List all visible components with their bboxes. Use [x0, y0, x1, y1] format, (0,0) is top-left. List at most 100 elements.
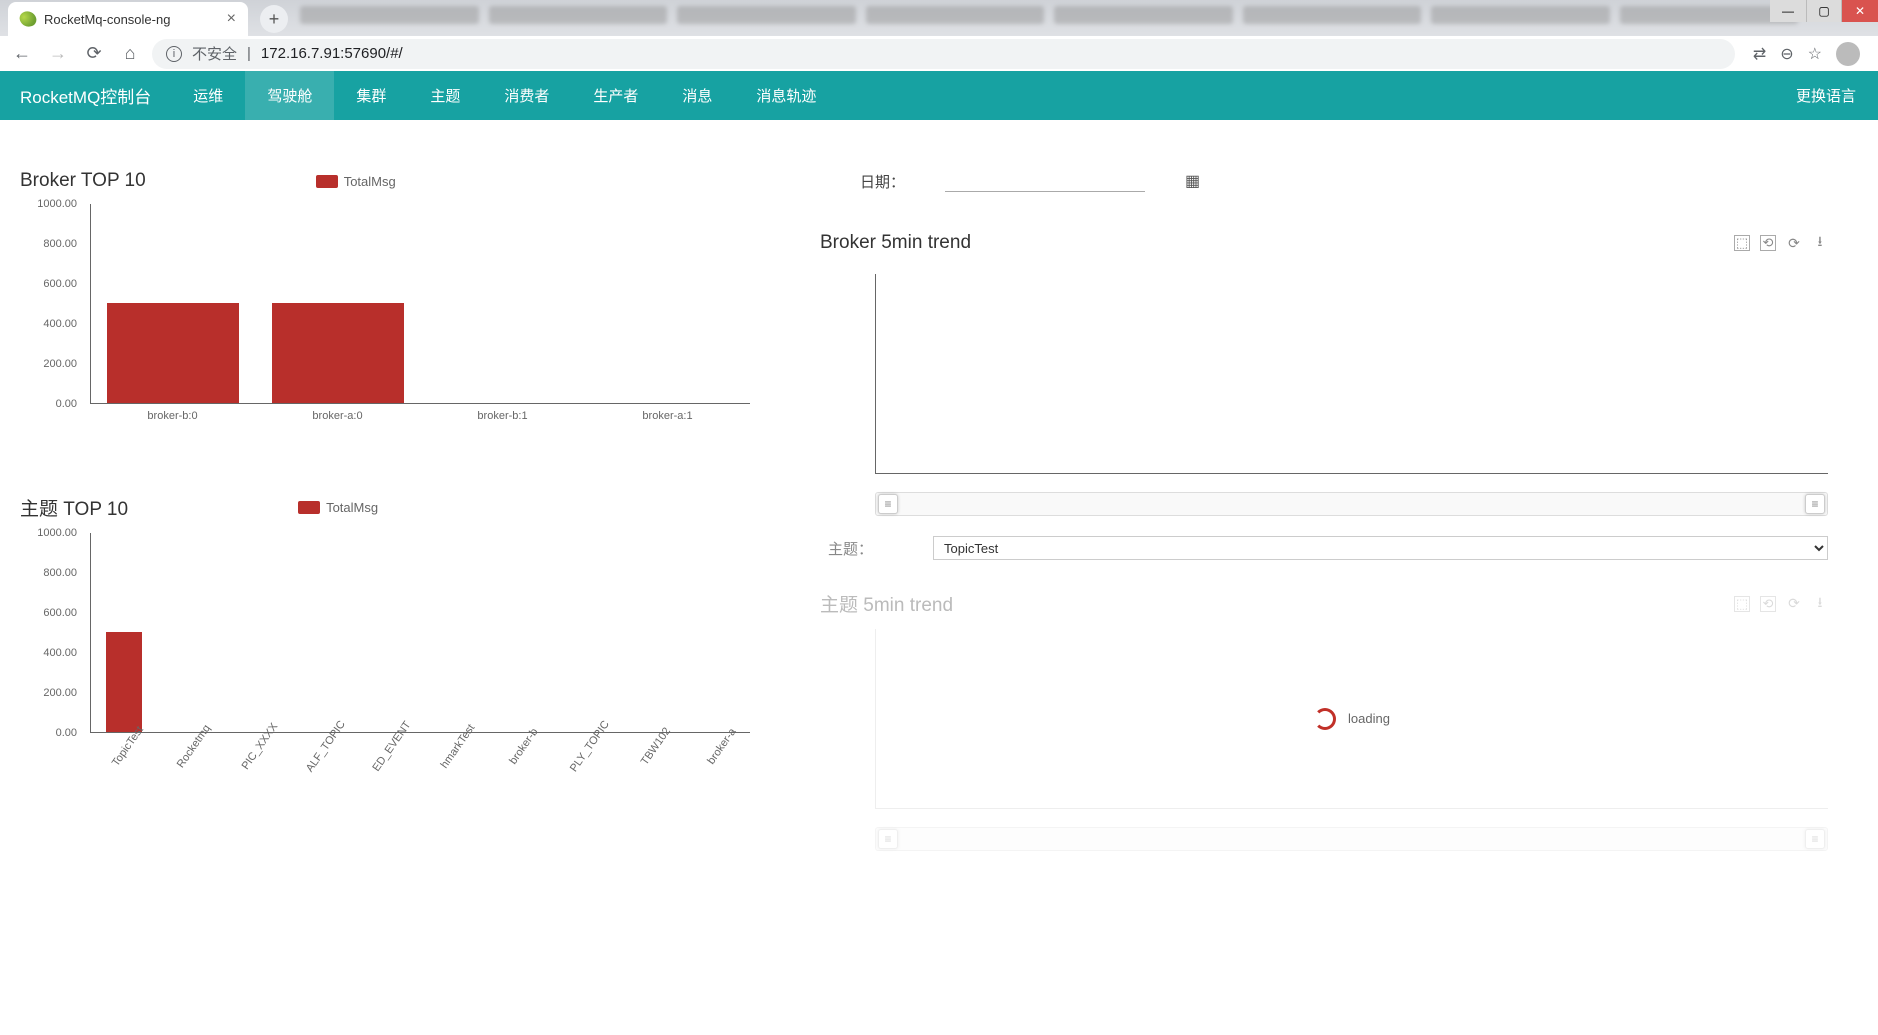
chart-toolbox: ⬚ ⟲ ⟳ ⭳: [1734, 596, 1828, 612]
nav-back-button[interactable]: ←: [8, 40, 36, 68]
chart-canvas-topic-top10: 0.00200.00400.00600.00800.001000.00 Topi…: [20, 533, 760, 763]
chart-bar: [106, 632, 142, 732]
nav-item[interactable]: 消息轨迹: [734, 71, 838, 120]
app-navbar: RocketMQ控制台 运维驾驶舱集群主题消费者生产者消息消息轨迹 更换语言: [0, 71, 1878, 120]
x-tick-label: broker-a:0: [312, 410, 362, 422]
topic-label: 主题：: [820, 538, 873, 559]
date-filter-row: 日期： ▦: [820, 170, 1828, 192]
time-range-slider[interactable]: ≡ ≡: [875, 492, 1828, 516]
x-tick-label: broker-a:1: [642, 410, 692, 422]
chart-title: Broker 5min trend: [820, 232, 971, 254]
y-tick-label: 1000.00: [37, 527, 77, 539]
new-tab-button[interactable]: +: [260, 5, 288, 33]
y-tick-label: 400.00: [43, 318, 77, 330]
chart-title: 主题 TOP 10: [20, 494, 128, 521]
chart-legend: TotalMsg: [298, 500, 378, 515]
download-icon[interactable]: ⭳: [1812, 235, 1828, 251]
date-input[interactable]: [945, 170, 1145, 192]
profile-avatar-icon[interactable]: [1836, 42, 1860, 66]
legend-swatch-icon: [298, 501, 320, 514]
translate-icon[interactable]: ⇄: [1753, 44, 1766, 64]
browser-toolbar: ← → ⟳ ⌂ i 不安全 | 172.16.7.91:57690/#/ ⇄ ⊖…: [0, 36, 1878, 71]
time-range-slider[interactable]: ≡ ≡: [875, 827, 1828, 851]
loading-spinner-icon: [1314, 708, 1336, 730]
browser-chrome: RocketMq-console-ng × + — ▢ ✕ ← → ⟳ ⌂ i …: [0, 0, 1878, 71]
tab-title: RocketMq-console-ng: [44, 12, 170, 27]
nav-forward-button[interactable]: →: [44, 40, 72, 68]
tab-strip: RocketMq-console-ng × + — ▢ ✕: [0, 0, 1878, 36]
zoom-reset-icon[interactable]: ⟲: [1760, 596, 1776, 612]
x-tick-label: broker-b:0: [147, 410, 197, 422]
topic-filter-row: 主题： TopicTest: [820, 536, 1828, 560]
nav-item[interactable]: 驾驶舱: [245, 71, 334, 120]
calendar-icon[interactable]: ▦: [1185, 171, 1200, 191]
y-tick-label: 800.00: [43, 567, 77, 579]
y-tick-label: 0.00: [56, 727, 77, 739]
slider-handle-right[interactable]: ≡: [1805, 829, 1825, 849]
slider-handle-right[interactable]: ≡: [1805, 494, 1825, 514]
chart-block-broker-top10: Broker TOP 10 TotalMsg 0.00 200.00 400.00 6…: [20, 170, 760, 434]
refresh-icon[interactable]: ⟳: [1786, 235, 1802, 251]
site-info-icon[interactable]: i: [166, 46, 182, 62]
brand-title: RocketMQ控制台: [0, 83, 171, 108]
x-tick-label: broker-b:1: [477, 410, 527, 422]
y-tick-label: 800.00: [43, 238, 77, 250]
chart-title: Broker TOP 10: [20, 170, 146, 192]
window-maximize-button[interactable]: ▢: [1806, 0, 1842, 22]
y-tick-label: 1000.00: [37, 198, 77, 210]
legend-swatch-icon: [316, 175, 338, 188]
zoom-reset-icon[interactable]: ⟲: [1760, 235, 1776, 251]
slider-handle-left[interactable]: ≡: [878, 494, 898, 514]
nav-item[interactable]: 消费者: [482, 71, 571, 120]
chart-title: 主题 5min trend: [820, 590, 953, 617]
window-controls: — ▢ ✕: [1770, 0, 1878, 22]
insecure-label: 不安全: [192, 43, 237, 64]
y-tick-label: 600.00: [43, 278, 77, 290]
trend-block-broker: Broker 5min trend ⬚ ⟲ ⟳ ⭳ ≡ ≡: [820, 232, 1828, 516]
language-switch[interactable]: 更换语言: [1774, 85, 1878, 106]
loading-text: loading: [1348, 711, 1390, 726]
chart-canvas-broker-top10: 0.00200.00400.00600.00800.001000.00 brok…: [20, 204, 760, 434]
nav-item[interactable]: 消息: [660, 71, 734, 120]
y-tick-label: 600.00: [43, 607, 77, 619]
download-icon[interactable]: ⭳: [1812, 596, 1828, 612]
nav-reload-button[interactable]: ⟳: [80, 40, 108, 68]
browser-tab-active[interactable]: RocketMq-console-ng ×: [8, 2, 248, 36]
topic-select-wrapper: TopicTest: [933, 536, 1828, 560]
address-bar[interactable]: i 不安全 | 172.16.7.91:57690/#/: [152, 39, 1735, 69]
nav-item[interactable]: 运维: [171, 71, 245, 120]
background-tabs-blurred: [300, 6, 1798, 28]
bookmark-star-icon[interactable]: ☆: [1808, 44, 1822, 64]
window-close-button[interactable]: ✕: [1842, 0, 1878, 22]
nav-item[interactable]: 主题: [408, 71, 482, 120]
nav-item[interactable]: 集群: [334, 71, 408, 120]
url-text: 172.16.7.91:57690/#/: [261, 45, 403, 62]
tab-close-icon[interactable]: ×: [227, 10, 236, 28]
y-tick-label: 0.00: [56, 398, 77, 410]
trend-block-topic: 主题 5min trend ⬚ ⟲ ⟳ ⭳ loading ≡ ≡: [820, 590, 1828, 851]
nav-item[interactable]: 生产者: [571, 71, 660, 120]
dashboard-right-column: 日期： ▦ Broker 5min trend ⬚ ⟲ ⟳ ⭳ ≡ ≡: [820, 170, 1858, 871]
chart-bar: [107, 303, 239, 403]
zoom-rect-icon[interactable]: ⬚: [1734, 596, 1750, 612]
y-tick-label: 200.00: [43, 358, 77, 370]
topic-select[interactable]: TopicTest: [933, 536, 1828, 560]
zoom-rect-icon[interactable]: ⬚: [1734, 235, 1750, 251]
nav-home-button[interactable]: ⌂: [116, 40, 144, 68]
dashboard: Broker TOP 10 TotalMsg 0.00 200.00 400.00 6…: [0, 120, 1878, 871]
date-label: 日期：: [860, 171, 905, 192]
y-tick-label: 400.00: [43, 647, 77, 659]
y-tick-label: 200.00: [43, 687, 77, 699]
dashboard-left-column: Broker TOP 10 TotalMsg 0.00 200.00 400.00 6…: [20, 170, 760, 871]
chart-canvas-broker-trend: [875, 274, 1828, 474]
slider-handle-left[interactable]: ≡: [878, 829, 898, 849]
chart-toolbox: ⬚ ⟲ ⟳ ⭳: [1734, 235, 1828, 251]
chart-block-topic-top10: 主题 TOP 10 TotalMsg 0.00 200.00 400.00 600.0…: [20, 494, 760, 763]
refresh-icon[interactable]: ⟳: [1786, 596, 1802, 612]
chart-canvas-topic-trend-loading: loading: [875, 629, 1828, 809]
chart-legend: TotalMsg: [316, 174, 396, 189]
zoom-out-icon[interactable]: ⊖: [1780, 44, 1793, 64]
window-minimize-button[interactable]: —: [1770, 0, 1806, 22]
browser-right-icons: ⇄ ⊖ ☆: [1743, 42, 1870, 66]
legend-label: TotalMsg: [326, 500, 378, 515]
